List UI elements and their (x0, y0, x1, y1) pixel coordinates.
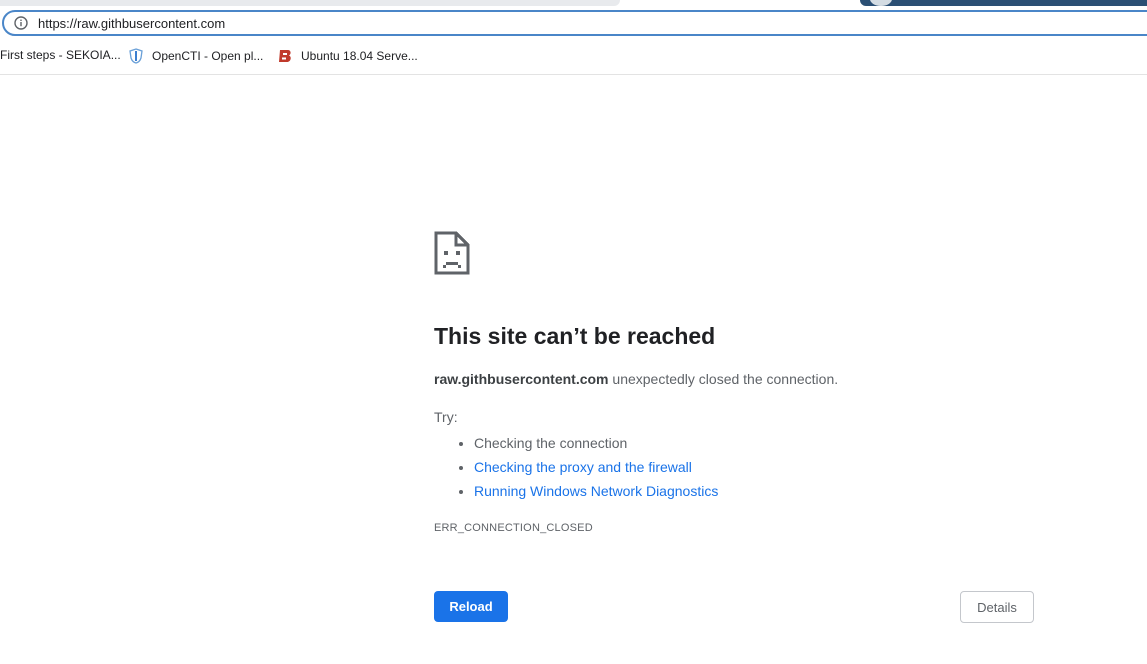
bookmark-ubuntu[interactable]: Ubuntu 18.04 Serve... (277, 48, 418, 64)
info-icon[interactable] (14, 16, 28, 30)
suggestions-list: Checking the connection Checking the pro… (434, 431, 718, 503)
error-message: unexpectedly closed the connection. (608, 371, 839, 387)
suggestion-item: Running Windows Network Diagnostics (474, 479, 718, 503)
reload-button[interactable]: Reload (434, 591, 508, 622)
bookmark-label: OpenCTI - Open pl... (152, 49, 264, 63)
suggestion-link-diagnostics[interactable]: Running Windows Network Diagnostics (474, 483, 718, 499)
opencti-shield-icon (129, 48, 143, 64)
suggestion-text: Checking the connection (474, 435, 628, 451)
toolbar-divider (0, 74, 1147, 75)
suggestion-item: Checking the connection (474, 431, 718, 455)
url-text[interactable]: https://raw.githbusercontent.com (38, 16, 225, 31)
suggestion-item: Checking the proxy and the firewall (474, 455, 718, 479)
sad-page-icon (434, 231, 470, 275)
suggestion-link-proxy[interactable]: Checking the proxy and the firewall (474, 459, 692, 475)
bookmark-label: Ubuntu 18.04 Serve... (301, 49, 418, 63)
bookmark-opencti[interactable]: OpenCTI - Open pl... (128, 48, 263, 64)
error-host: raw.githbusercontent.com (434, 371, 609, 387)
error-content: This site can’t be reached raw.githbuser… (434, 231, 1034, 534)
details-button[interactable]: Details (960, 591, 1034, 623)
tab-strip (0, 0, 1147, 8)
b-logo-icon (279, 50, 291, 62)
try-label: Try: (434, 409, 458, 425)
bookmark-sekoia[interactable]: First steps - SEKOIA... (0, 48, 121, 62)
profile-avatar[interactable] (870, 0, 892, 6)
error-code: ERR_CONNECTION_CLOSED (434, 522, 593, 534)
error-summary: raw.githbusercontent.com unexpectedly cl… (434, 371, 838, 387)
error-title: This site can’t be reached (434, 323, 716, 349)
tab-strip-edge (0, 0, 620, 6)
profile-area[interactable] (860, 0, 1147, 6)
bookmarks-bar: First steps - SEKOIA... OpenCTI - Open p… (0, 44, 1147, 68)
address-bar[interactable]: https://raw.githbusercontent.com (2, 10, 1147, 36)
bookmark-label: First steps - SEKOIA... (0, 48, 121, 62)
